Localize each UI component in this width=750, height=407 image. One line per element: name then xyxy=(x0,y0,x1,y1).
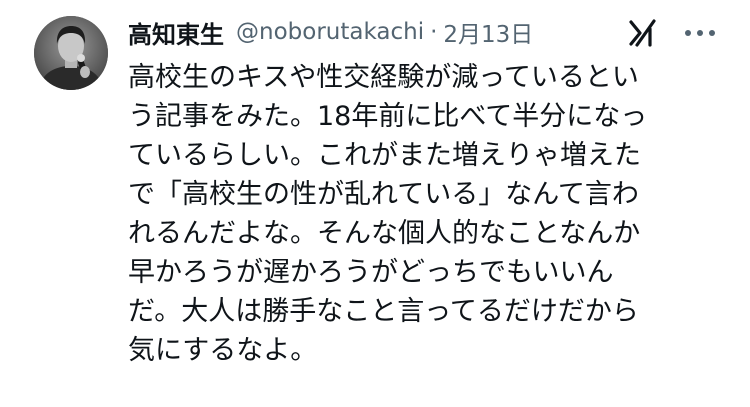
author-name[interactable]: 高知東生 xyxy=(128,15,224,50)
tweet-text: 高校生のキスや性交経験が減っているとい う記事をみた。18年前に比べて半分になっ… xyxy=(128,58,726,370)
author-handle[interactable]: @noborutakachi xyxy=(236,19,424,45)
tweet-text-line: ているらしい。これがまた増えりゃ増えた xyxy=(128,140,641,171)
author-avatar[interactable] xyxy=(34,16,108,90)
header-separator: · xyxy=(430,19,438,45)
grok-icon[interactable] xyxy=(628,19,658,47)
tweet-text-line: 気にするなよ。 xyxy=(128,335,318,366)
avatar-photo-icon xyxy=(34,16,108,90)
tweet-text-line: う記事をみた。18年前に比べて半分になっ xyxy=(128,101,648,132)
tweet-text-line: 早かろうが遅かろうがどっちでもいいん xyxy=(128,257,614,288)
more-options-icon[interactable] xyxy=(680,22,720,44)
tweet-text-line: れるんだよな。そんな個人的なことなんか xyxy=(128,218,641,249)
tweet-text-line: で「高校生の性が乱れている」なんて言わ xyxy=(128,179,639,210)
tweet-text-line: 高校生のキスや性交経験が減っているとい xyxy=(128,62,639,93)
tweet-text-line: だ。大人は勝手なこと言ってるだけだから xyxy=(128,296,639,327)
tweet-card: 高知東生 @noborutakachi · 2月13日 高校生のキスや性交経験が… xyxy=(0,0,750,407)
tweet-date[interactable]: 2月13日 xyxy=(443,15,533,49)
